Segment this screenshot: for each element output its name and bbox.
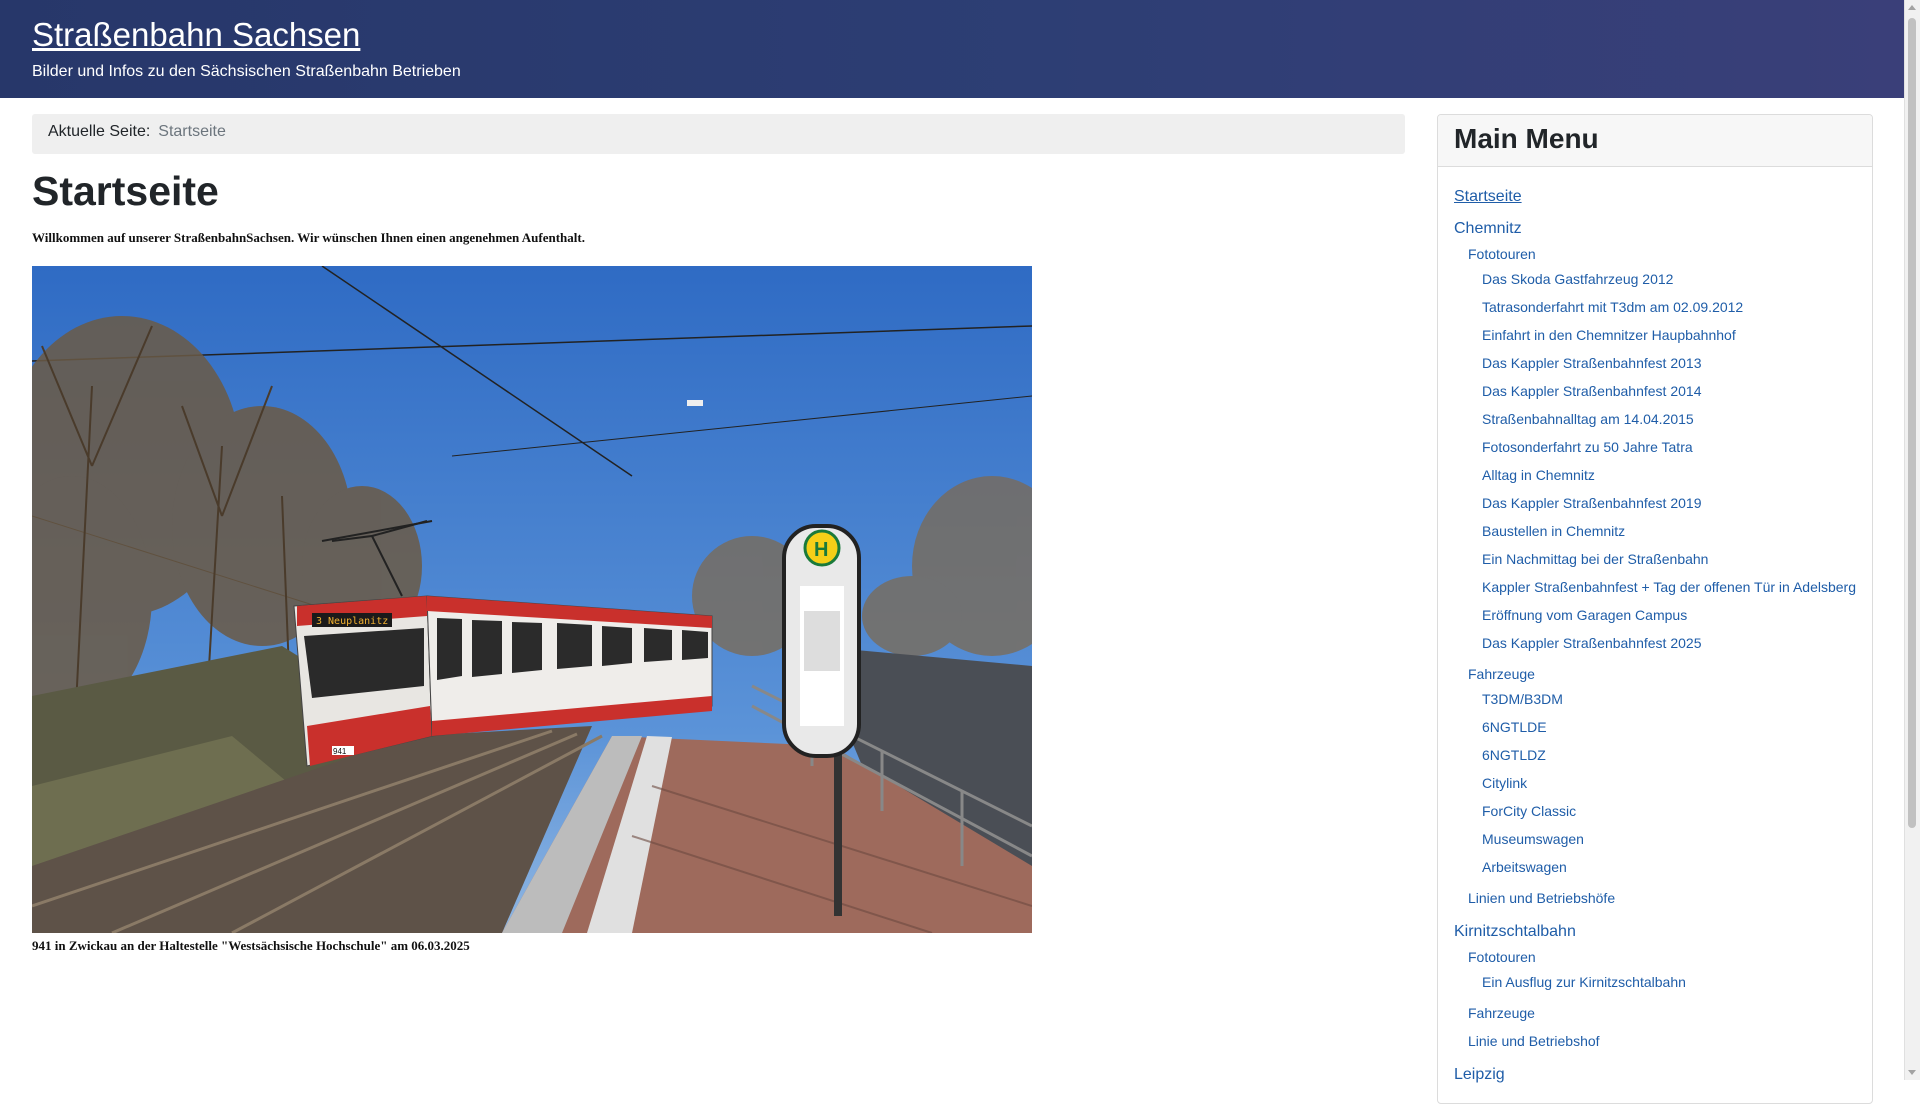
menu-item-chemnitz[interactable]: Chemnitz	[1454, 220, 1522, 238]
site-header: Straßenbahn Sachsen Bilder und Infos zu …	[0, 0, 1905, 98]
menu-item-arbeitswagen[interactable]: Arbeitswagen	[1482, 859, 1567, 875]
main-menu-title: Main Menu	[1454, 123, 1599, 154]
menu-item-kappler-fest-2013[interactable]: Das Kappler Straßenbahnfest 2013	[1482, 355, 1701, 371]
menu-item-citylink[interactable]: Citylink	[1482, 775, 1527, 791]
breadcrumb-current: Startseite	[158, 123, 226, 140]
menu-item-alltag-chemnitz[interactable]: Alltag in Chemnitz	[1482, 467, 1595, 483]
tram-destination-sign: 3 Neuplanitz	[316, 616, 388, 627]
scroll-thumb[interactable]	[1908, 18, 1916, 828]
menu-item-kirnitzschtalbahn[interactable]: Kirnitzschtalbahn	[1454, 923, 1576, 941]
tram-number: 941	[333, 747, 347, 756]
menu-item-garagen-campus[interactable]: Eröffnung vom Garagen Campus	[1482, 607, 1687, 623]
menu-item-chemnitz-fahrzeuge[interactable]: Fahrzeuge	[1468, 666, 1535, 682]
menu-item-skoda-gastfahrzeug-2012[interactable]: Das Skoda Gastfahrzeug 2012	[1482, 271, 1673, 287]
menu-item-chemnitz-fototouren[interactable]: Fototouren	[1468, 246, 1536, 262]
site-title-link[interactable]: Straßenbahn Sachsen	[32, 16, 360, 54]
menu-item-kirnitzschtalbahn-fototouren[interactable]: Fototouren	[1468, 949, 1536, 965]
menu-item-kappler-fest-2025[interactable]: Das Kappler Straßenbahnfest 2025	[1482, 635, 1701, 651]
breadcrumb-label: Aktuelle Seite:	[48, 123, 151, 140]
menu-item-kappler-fest-2014[interactable]: Das Kappler Straßenbahnfest 2014	[1482, 383, 1701, 399]
page-scrollbar[interactable]	[1904, 0, 1920, 1080]
menu-item-t3dm-b3dm[interactable]: T3DM/B3DM	[1482, 691, 1563, 707]
site-subtitle: Bilder und Infos zu den Sächsischen Stra…	[32, 63, 461, 80]
menu-item-linie-betriebshof[interactable]: Linie und Betriebshof	[1468, 1033, 1600, 1049]
breadcrumb: Aktuelle Seite: Startseite	[32, 114, 1405, 154]
menu-item-forcity-classic[interactable]: ForCity Classic	[1482, 803, 1576, 819]
scroll-up-arrow-icon[interactable]	[1908, 5, 1916, 10]
welcome-text: Willkommen auf unserer StraßenbahnSachse…	[32, 230, 585, 245]
menu-item-nachmittag-strassenbahn[interactable]: Ein Nachmittag bei der Straßenbahn	[1482, 551, 1708, 567]
menu-item-einfahrt-hauptbahnhof[interactable]: Einfahrt in den Chemnitzer Haupbahnhof	[1482, 327, 1736, 343]
menu-item-50-jahre-tatra[interactable]: Fotosonderfahrt zu 50 Jahre Tatra	[1482, 439, 1693, 455]
menu-item-alltag-14-04-2015[interactable]: Straßenbahnalltag am 14.04.2015	[1482, 411, 1694, 427]
menu-item-museumswagen[interactable]: Museumswagen	[1482, 831, 1584, 847]
menu-item-kirnitzschtalbahn-fahrzeuge[interactable]: Fahrzeuge	[1468, 1005, 1535, 1021]
page-title: Startseite	[32, 168, 219, 214]
menu-item-kappler-fest-adelsberg[interactable]: Kappler Straßenbahnfest + Tag der offene…	[1482, 579, 1856, 595]
menu-item-tatrasonderfahrt-t3dm[interactable]: Tatrasonderfahrt mit T3dm am 02.09.2012	[1482, 299, 1743, 315]
menu-item-startseite[interactable]: Startseite	[1454, 188, 1522, 206]
menu-item-linien-betriebshoefe[interactable]: Linien und Betriebshöfe	[1468, 890, 1615, 906]
menu-item-6ngtlde[interactable]: 6NGTLDE	[1482, 719, 1547, 735]
menu-item-6ngtldz[interactable]: 6NGTLDZ	[1482, 747, 1546, 763]
menu-item-ausflug-kirnitzschtalbahn[interactable]: Ein Ausflug zur Kirnitzschtalbahn	[1482, 974, 1686, 990]
menu-item-leipzig[interactable]: Leipzig	[1454, 1066, 1505, 1084]
stop-sign-letter: H	[814, 539, 828, 561]
scroll-down-arrow-icon[interactable]	[1908, 1070, 1916, 1075]
main-menu: Main Menu Startseite Chemnitz Fototouren…	[1437, 114, 1873, 1104]
menu-item-kappler-fest-2019[interactable]: Das Kappler Straßenbahnfest 2019	[1482, 495, 1701, 511]
menu-item-baustellen-chemnitz[interactable]: Baustellen in Chemnitz	[1482, 523, 1625, 539]
tram-photo: 3 Neuplanitz 941 H	[32, 266, 1032, 933]
image-caption: 941 in Zwickau an der Haltestelle "Wests…	[32, 938, 470, 953]
main-menu-header: Main Menu	[1438, 115, 1872, 167]
